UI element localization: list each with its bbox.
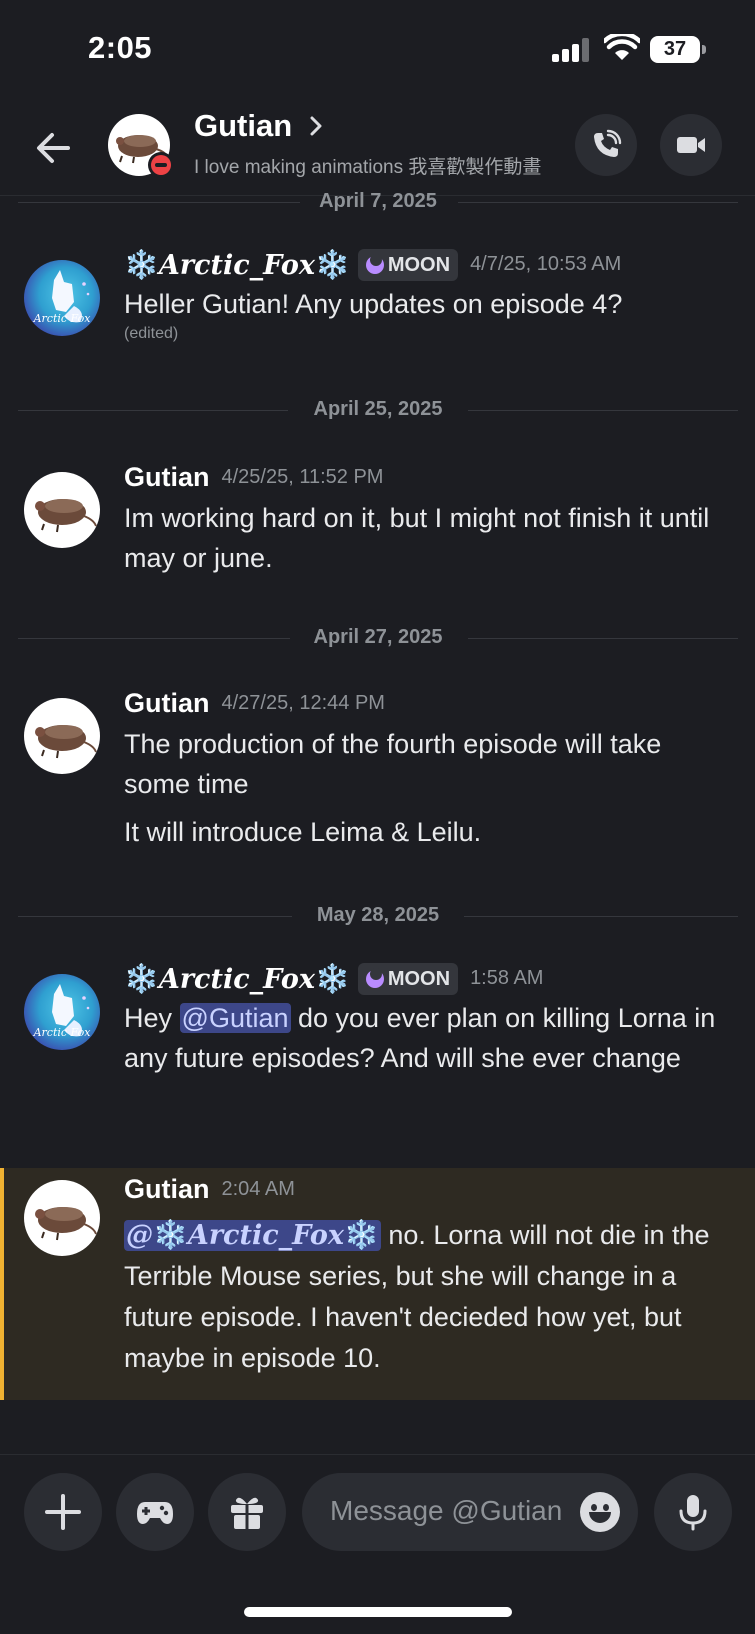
microphone-icon <box>679 1495 707 1531</box>
user-avatar[interactable] <box>24 1180 100 1256</box>
emoji-icon[interactable] <box>580 1492 620 1532</box>
moon-icon <box>365 253 384 274</box>
arctic-fox-avatar-icon: Arctic Fox <box>33 270 92 325</box>
message-content: @❄️Arctic_Fox❄️ no. Lorna will not die i… <box>124 1218 710 1373</box>
user-avatar[interactable]: Arctic Fox <box>24 260 100 336</box>
date-separator: April 27, 2025 <box>18 626 738 650</box>
header-username[interactable]: Gutian <box>194 108 292 144</box>
message-header: ❄️Arctic_Fox❄️ MOON 1:58 AM <box>124 962 543 1002</box>
message-timestamp: 4/7/25, 10:53 AM <box>470 253 622 275</box>
user-mention[interactable]: @❄️Arctic_Fox❄️ <box>124 1218 381 1251</box>
message-timestamp: 4/25/25, 11:52 PM <box>221 466 384 488</box>
message-content: Hey @Gutian do you ever plan on killing … <box>124 1003 716 1073</box>
date-separator-label: April 7, 2025 <box>319 190 437 212</box>
message-content: The production of the fourth episode wil… <box>124 729 662 847</box>
message-input-placeholder: Message @Gutian <box>330 1495 563 1526</box>
date-separator: May 28, 2025 <box>18 904 738 928</box>
message-author[interactable]: Gutian <box>124 688 210 718</box>
message-timestamp: 2:04 AM <box>221 1178 295 1200</box>
voice-message-button[interactable] <box>654 1473 732 1551</box>
home-indicator[interactable] <box>244 1607 512 1617</box>
message-content: Heller Gutian! Any updates on episode 4?… <box>124 284 734 344</box>
message-content: Im working hard on it, but I might not f… <box>124 503 710 573</box>
date-separator: April 7, 2025 <box>18 190 738 214</box>
voice-call-button[interactable] <box>575 114 637 176</box>
gamepad-icon <box>137 1502 173 1524</box>
attach-button[interactable] <box>24 1473 102 1551</box>
date-separator-label: April 25, 2025 <box>313 398 443 420</box>
video-camera-icon <box>677 137 705 153</box>
message-header: Gutian 2:04 AM <box>124 1174 295 1214</box>
date-separator-label: May 28, 2025 <box>316 904 440 926</box>
message-header: Gutian 4/27/25, 12:44 PM <box>124 688 385 728</box>
role-badge[interactable]: MOON <box>357 962 459 995</box>
video-call-button[interactable] <box>660 114 722 176</box>
cellular-signal-icon <box>552 38 592 62</box>
message-timestamp: 1:58 AM <box>470 967 544 989</box>
message-author[interactable]: Gutian <box>124 462 210 492</box>
message-header: ❄️Arctic_Fox❄️ MOON 4/7/25, 10:53 AM <box>124 248 621 288</box>
message-header: Gutian 4/25/25, 11:52 PM <box>124 462 383 502</box>
do-not-disturb-icon <box>148 152 174 178</box>
moon-icon <box>365 967 384 988</box>
message-composer: Message @Gutian <box>0 1454 755 1574</box>
rat-avatar-icon <box>35 725 97 759</box>
gift-icon <box>231 1497 263 1529</box>
header-custom-status: I love making animations 我喜歡製作動畫 <box>194 157 542 178</box>
clock: 2:05 <box>88 30 153 65</box>
gift-button[interactable] <box>208 1473 286 1551</box>
message-input[interactable]: Message @Gutian <box>302 1473 638 1551</box>
message-author[interactable]: Gutian <box>124 1174 210 1204</box>
user-avatar[interactable] <box>24 698 100 774</box>
wifi-icon <box>604 34 640 60</box>
plus-icon <box>45 1494 81 1530</box>
phone-call-icon <box>594 129 622 157</box>
message-author[interactable]: ❄️Arctic_Fox❄️ <box>124 962 350 995</box>
date-separator-label: April 27, 2025 <box>313 626 443 648</box>
user-mention[interactable]: @Gutian <box>179 1003 291 1033</box>
date-separator: April 25, 2025 <box>18 398 738 422</box>
chevron-right-icon[interactable] <box>306 114 326 138</box>
message-author[interactable]: ❄️Arctic_Fox❄️ <box>124 248 350 281</box>
user-avatar[interactable]: Arctic Fox <box>24 974 100 1050</box>
message-timestamp: 4/27/25, 12:44 PM <box>221 692 385 714</box>
user-avatar[interactable] <box>24 472 100 548</box>
rat-avatar-icon <box>35 1207 97 1241</box>
arctic-fox-avatar-icon: Arctic Fox <box>33 984 92 1039</box>
activities-button[interactable] <box>116 1473 194 1551</box>
channel-header: Gutian I love making animations 我喜歡製作動畫 <box>0 100 755 196</box>
battery-icon: 37 <box>650 36 706 63</box>
edited-indicator: (edited) <box>124 325 179 342</box>
status-bar: 2:05 37 <box>0 0 755 100</box>
avatar-logo-text: Arctic Fox <box>33 312 92 325</box>
back-arrow-icon[interactable] <box>30 124 78 172</box>
avatar-logo-text: Arctic Fox <box>33 1026 92 1039</box>
rat-avatar-icon <box>35 499 97 533</box>
role-badge[interactable]: MOON <box>357 248 459 281</box>
